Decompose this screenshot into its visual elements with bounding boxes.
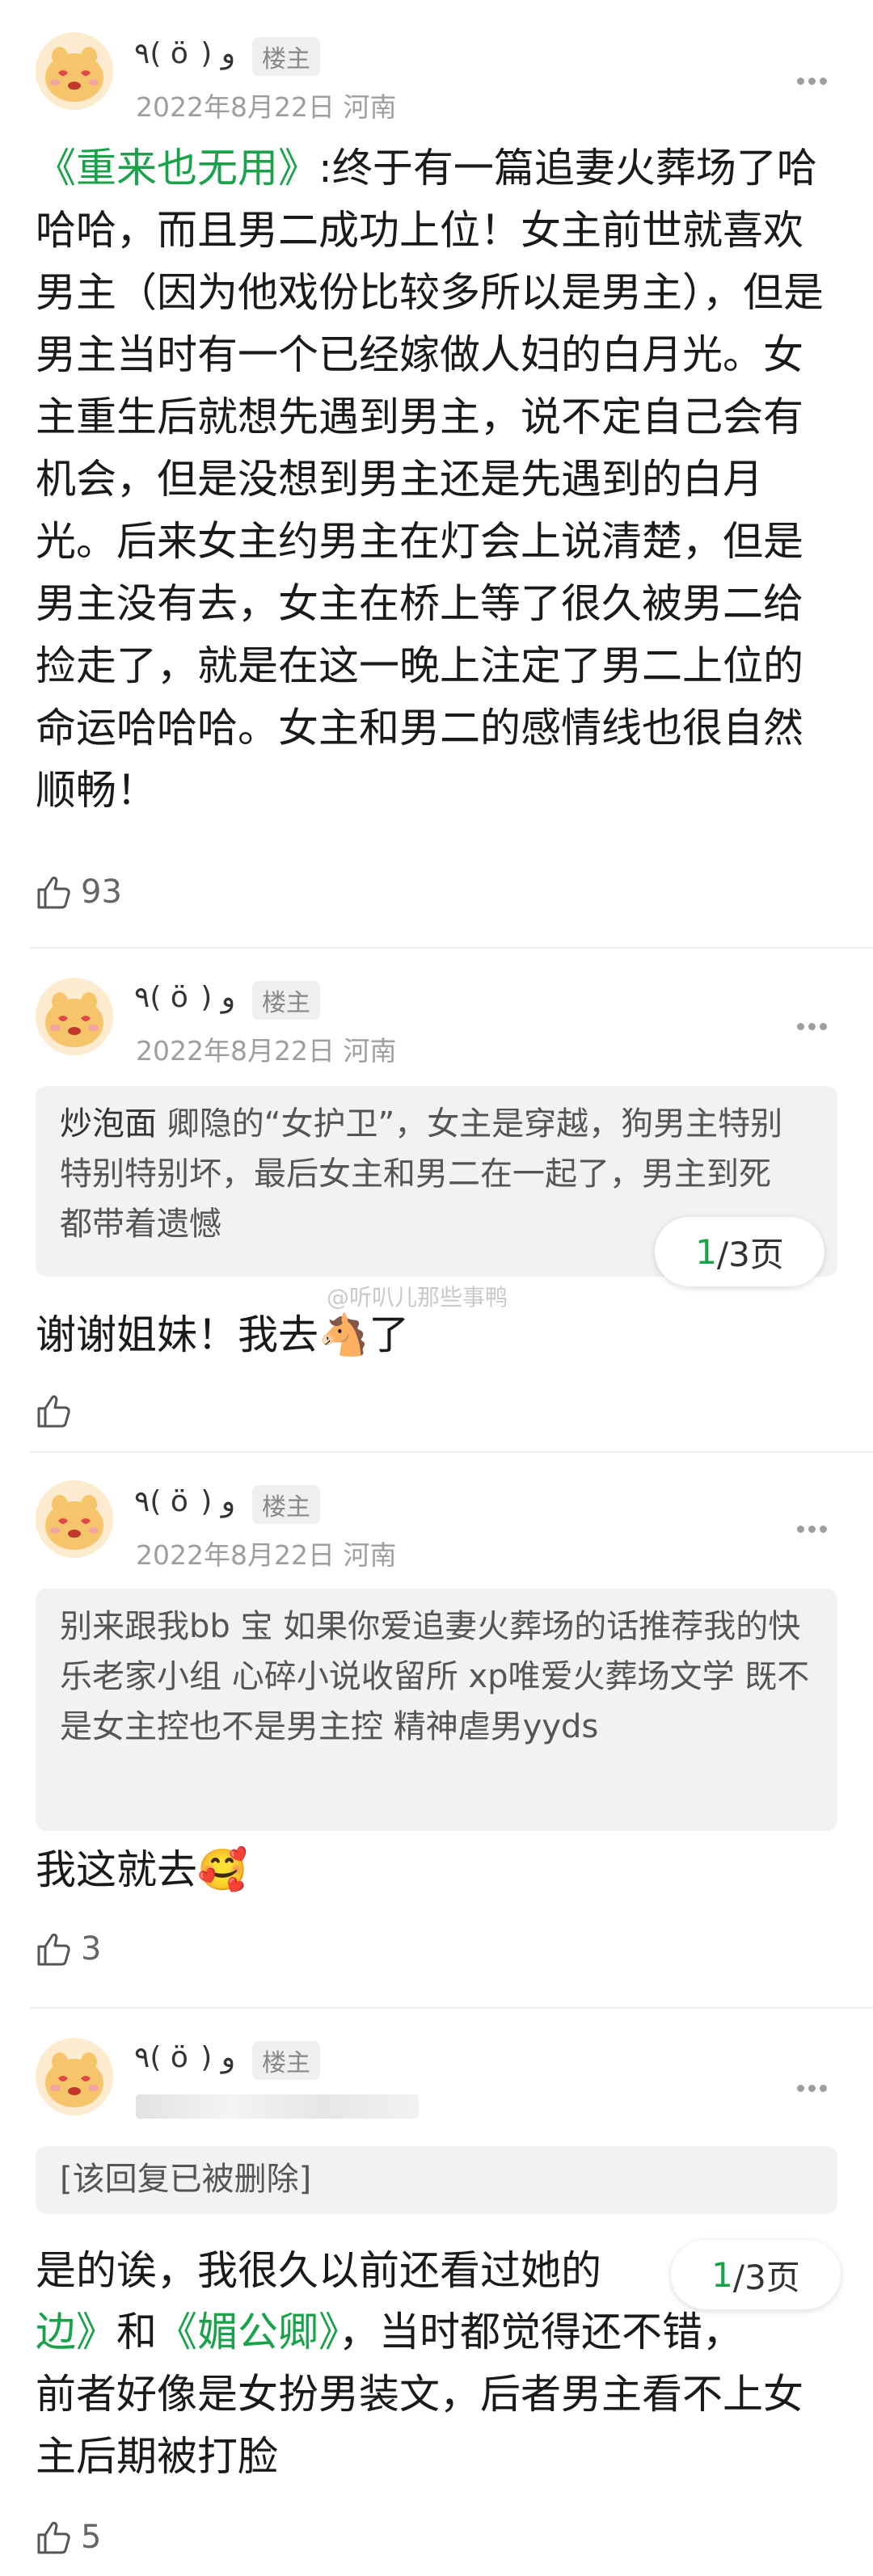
avatar[interactable] xyxy=(36,32,113,110)
post-body: 《重来也无用》:终于有一篇追妻火葬场了哈哈哈，而且男二成功上位！女主前世就喜欢男… xyxy=(36,137,841,822)
quoted-reply[interactable]: 别来跟我bb 宝 如果你爱追妻火葬场的话推荐我的快乐老家小组 心碎小说收留所 x… xyxy=(36,1589,837,1831)
reply-line-1: 是的诶，我很久以前还看过她的 xyxy=(36,2247,601,2294)
page-total: /3页 xyxy=(732,2257,800,2297)
username[interactable]: ٩( ö ) و xyxy=(134,37,235,70)
post-date: 2022年8月22日 xyxy=(136,1539,335,1571)
thumbs-up-icon xyxy=(36,1930,73,1968)
more-options-icon[interactable] xyxy=(797,2080,833,2092)
avatar[interactable] xyxy=(36,1480,113,1558)
username[interactable]: ٩( ö ) و xyxy=(134,2041,235,2074)
page-total: /3页 xyxy=(716,1234,784,1274)
op-badge: 楼主 xyxy=(252,981,320,1020)
thumbs-up-icon xyxy=(36,873,73,911)
reply-text: 谢谢姐妹！我去🐴了 xyxy=(36,1311,410,1358)
quoted-reply[interactable]: [该回复已被删除] xyxy=(36,2146,837,2214)
like-button[interactable] xyxy=(36,1391,81,1430)
avatar[interactable] xyxy=(36,2038,113,2115)
more-options-icon[interactable] xyxy=(797,1521,833,1533)
like-button[interactable]: 5 xyxy=(36,2518,101,2557)
reply-text-rest: 边》和《媚公卿》，当时都觉得还不错， 前者好像是女扮男装文，后者男主看不上女主后期… xyxy=(36,2301,841,2488)
avatar[interactable] xyxy=(36,978,113,1055)
post-meta: 2022年8月22日 河南 xyxy=(136,1029,396,1068)
like-count: 93 xyxy=(81,873,122,911)
post-meta: 2022年8月22日 河南 xyxy=(136,1534,396,1572)
post-4: ٩( ö ) و 楼主 [该回复已被删除] 1/3页 是的诶，我很久以前还看过她… xyxy=(0,2009,873,2576)
post-1: ٩( ö ) و 楼主 2022年8月22日 河南 《重来也无用》:终于有一篇追… xyxy=(0,0,873,945)
reply-and: 和 xyxy=(116,2309,157,2355)
op-badge: 楼主 xyxy=(252,37,320,76)
more-options-icon[interactable] xyxy=(797,73,833,85)
post-2: ٩( ö ) و 楼主 2022年8月22日 河南 炒泡面 卿隐的“女护卫”，女… xyxy=(0,949,873,1450)
reply-text: 是的诶，我很久以前还看过她的 xyxy=(36,2240,663,2302)
post-date: 2022年8月22日 xyxy=(136,1035,335,1067)
post-date: 2022年8月22日 xyxy=(136,91,335,123)
post-text: :终于有一篇追妻火葬场了哈哈哈，而且男二成功上位！女主前世就喜欢男主（因为他戏份… xyxy=(36,145,824,814)
page-indicator[interactable]: 1/3页 xyxy=(655,1217,824,1286)
reply-text: 我这就去🥰 xyxy=(36,1846,248,1893)
username[interactable]: ٩( ö ) و xyxy=(134,1485,235,1518)
more-options-icon[interactable] xyxy=(797,1018,833,1030)
post-location: 河南 xyxy=(343,1539,397,1571)
like-count: 3 xyxy=(81,1930,102,1968)
page-indicator[interactable]: 1/3页 xyxy=(671,2240,841,2309)
reply-rest-2: 前者好像是女扮男装文，后者男主看不上女主后期被打脸 xyxy=(36,2371,803,2480)
post-meta: 2022年8月22日 河南 xyxy=(136,86,396,124)
reply-rest-1: ，当时都觉得还不错， xyxy=(339,2309,743,2355)
quote-text: 别来跟我bb 宝 如果你爱追妻火葬场的话推荐我的快乐老家小组 心碎小说收留所 x… xyxy=(60,1608,810,1745)
op-badge: 楼主 xyxy=(252,1485,320,1524)
page-current: 1 xyxy=(711,2254,733,2295)
post-3: ٩( ö ) و 楼主 2022年8月22日 河南 别来跟我bb 宝 如果你爱追… xyxy=(0,1453,873,2007)
post-location: 河南 xyxy=(343,1035,397,1067)
like-count: 5 xyxy=(81,2519,102,2556)
op-badge: 楼主 xyxy=(252,2041,320,2080)
like-button[interactable]: 3 xyxy=(36,1930,101,1968)
thumbs-up-icon xyxy=(36,2519,73,2556)
page-current: 1 xyxy=(695,1231,717,1272)
blurred-meta xyxy=(136,2094,419,2119)
book-link[interactable]: 《媚公卿》 xyxy=(157,2309,339,2355)
quote-author[interactable]: 炒泡面 xyxy=(60,1105,157,1143)
quote-text: [该回复已被删除] xyxy=(60,2161,312,2198)
book-link[interactable]: 《重来也无用》 xyxy=(36,145,318,192)
book-link[interactable]: 边》 xyxy=(36,2309,116,2355)
thumbs-up-icon xyxy=(36,1392,73,1429)
like-button[interactable]: 93 xyxy=(36,873,122,911)
post-location: 河南 xyxy=(343,91,397,123)
username[interactable]: ٩( ö ) و xyxy=(134,981,235,1014)
